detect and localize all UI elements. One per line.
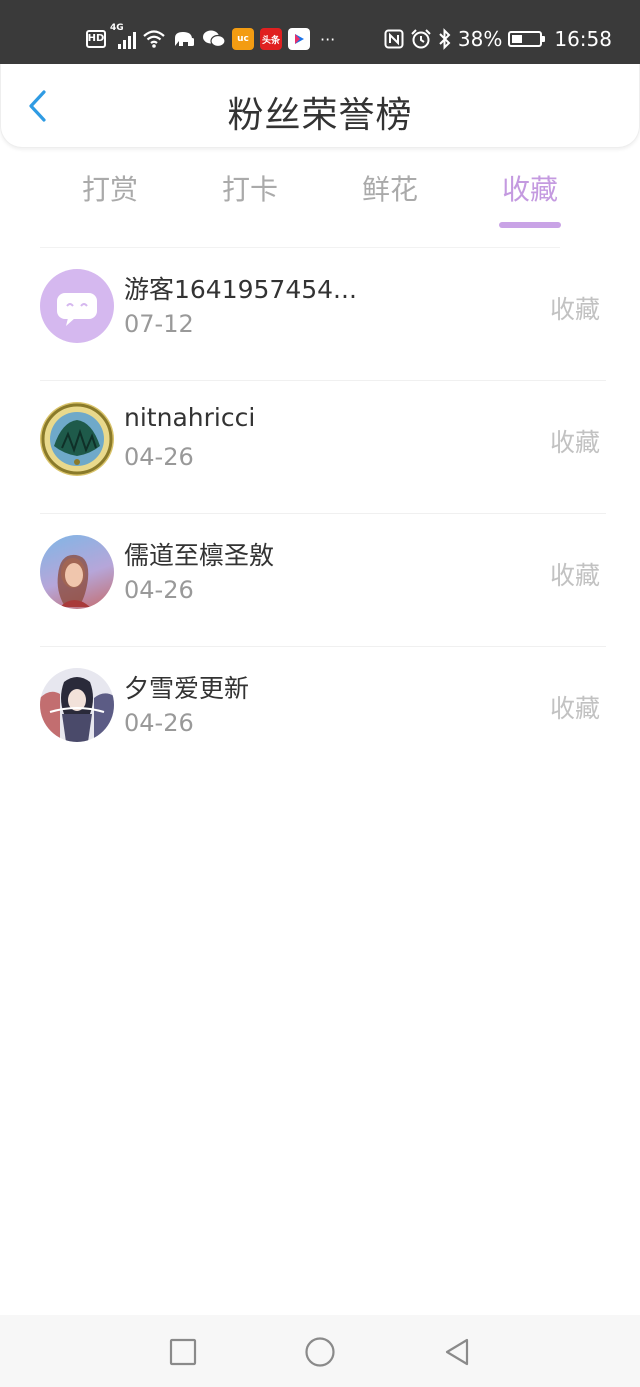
clock: 16:58 <box>554 27 612 51</box>
circle-icon <box>305 1337 335 1367</box>
tab-label: 打赏 <box>81 173 138 206</box>
nfc-icon <box>384 27 404 51</box>
wifi-icon <box>142 27 166 51</box>
tab-label: 打卡 <box>221 173 278 206</box>
recent-apps-button[interactable] <box>166 1335 200 1369</box>
tab-flowers[interactable]: 鲜花 <box>320 160 460 230</box>
elephant-icon <box>172 27 196 51</box>
avatar[interactable] <box>40 535 114 609</box>
battery-percent: 38% <box>457 27 503 51</box>
wechat-icon <box>202 27 226 51</box>
square-icon <box>169 1338 197 1366</box>
app-header: 粉丝荣誉榜 <box>0 64 640 148</box>
favorite-label: 收藏 <box>549 428 600 457</box>
signal-icon: 4G <box>110 23 136 49</box>
status-left-icons: HD 4G uc 头条 ··· <box>86 23 336 54</box>
fan-date: 04-26 <box>124 576 194 604</box>
avatar[interactable] <box>40 402 114 476</box>
youku-icon <box>288 28 310 50</box>
alarm-icon <box>410 27 432 51</box>
anime-avatar-icon <box>40 677 114 742</box>
favorite-label: 收藏 <box>549 694 600 723</box>
list-item[interactable]: nitnahricci 04-26 收藏 <box>40 381 606 514</box>
system-back-button[interactable] <box>440 1335 474 1369</box>
emblem-avatar-icon <box>41 403 113 475</box>
fan-date: 07-12 <box>124 310 194 338</box>
uc-browser-icon: uc <box>232 28 254 50</box>
portrait-avatar-icon <box>57 554 90 607</box>
tab-label: 收藏 <box>501 173 558 206</box>
tab-favorites[interactable]: 收藏 <box>460 160 600 230</box>
favorite-label: 收藏 <box>549 295 600 324</box>
active-tab-indicator <box>499 222 561 228</box>
signal-label: 4G <box>110 23 124 33</box>
hd-icon: HD <box>86 30 106 48</box>
fan-name: 儒道至檩圣敫 <box>124 541 275 570</box>
guest-avatar-icon <box>57 293 97 326</box>
favorite-label: 收藏 <box>549 561 600 590</box>
tab-label: 鲜花 <box>361 173 418 206</box>
page-title: 粉丝荣誉榜 <box>227 95 413 136</box>
list-item[interactable]: 游客1641957454... 07-12 收藏 <box>40 248 606 381</box>
fan-date: 04-26 <box>124 443 194 471</box>
tab-checkin[interactable]: 打卡 <box>180 160 320 230</box>
toutiao-icon: 头条 <box>260 28 282 50</box>
battery-icon <box>508 31 546 47</box>
fan-date: 04-26 <box>124 709 194 737</box>
status-bar: HD 4G uc 头条 ··· 38% 16:58 <box>0 0 640 64</box>
list-item[interactable]: 儒道至檩圣敫 04-26 收藏 <box>40 514 606 647</box>
tab-bar: 打赏 打卡 鲜花 收藏 <box>40 160 600 230</box>
fan-name: 夕雪爱更新 <box>124 674 250 703</box>
fan-name: nitnahricci <box>124 403 256 432</box>
triangle-back-icon <box>445 1338 469 1366</box>
bluetooth-icon <box>438 27 452 51</box>
tab-tip[interactable]: 打赏 <box>40 160 180 230</box>
home-button[interactable] <box>303 1335 337 1369</box>
fan-name: 游客1641957454... <box>124 275 357 304</box>
status-right-icons: 38% 16:58 <box>384 24 612 54</box>
system-nav-bar <box>0 1315 640 1387</box>
list-item[interactable]: 夕雪爱更新 04-26 收藏 <box>40 647 606 780</box>
fan-list: 游客1641957454... 07-12 收藏 nitnahricci 04-… <box>40 248 606 780</box>
avatar[interactable] <box>40 668 114 742</box>
more-icon: ··· <box>320 29 336 49</box>
avatar[interactable] <box>40 269 114 343</box>
